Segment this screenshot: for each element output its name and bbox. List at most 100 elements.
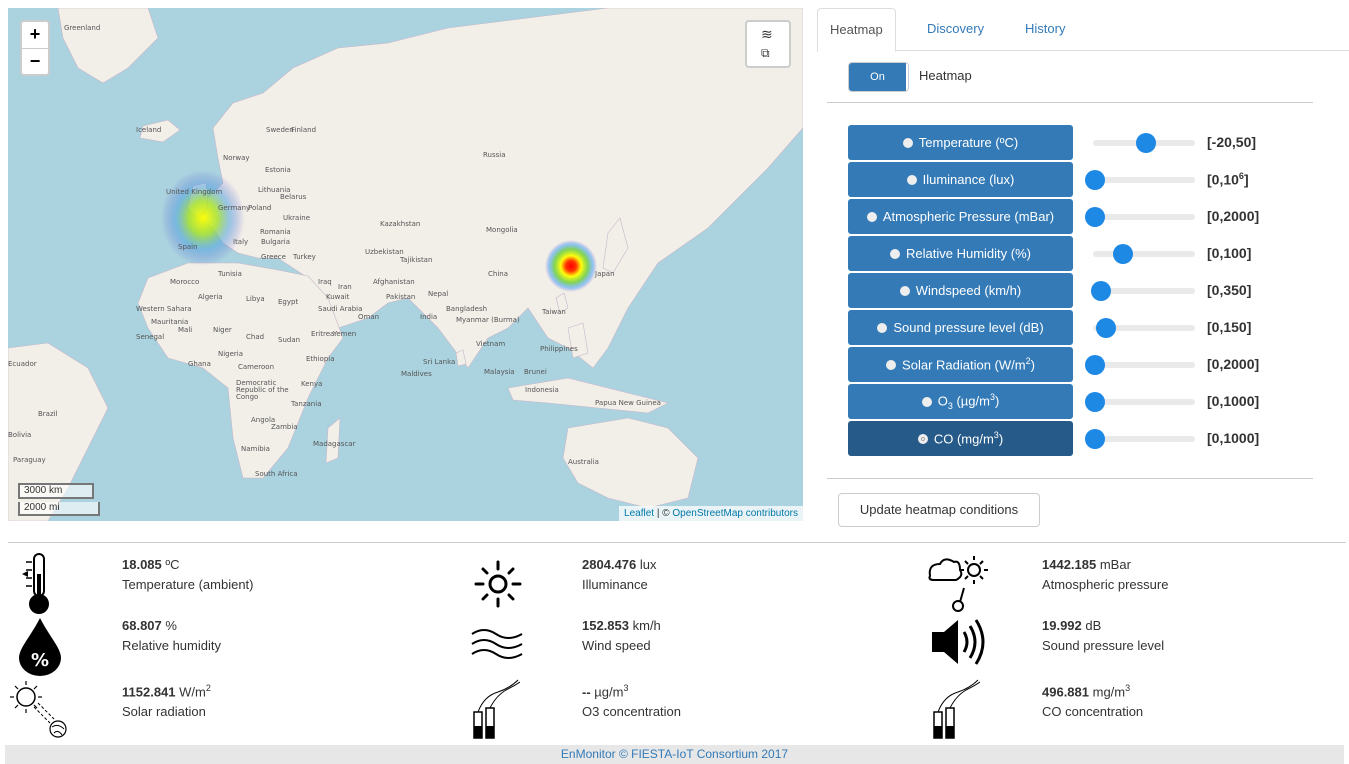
sensor-temperature-button[interactable]: Temperature (ºC) (848, 125, 1073, 160)
toggle-on-state: On (849, 63, 906, 91)
sensor-pressure-button[interactable]: Atmospheric Pressure (mBar) (848, 199, 1073, 234)
map-label-philippines: Philippines (540, 345, 578, 353)
sensor-humidity-button[interactable]: Relative Humidity (%) (848, 236, 1073, 271)
slider-handle[interactable] (1091, 281, 1112, 301)
map-label-zambia: Zambia (271, 423, 298, 431)
map-label-chad: Chad (246, 333, 265, 341)
sensor-sound-button[interactable]: Sound pressure level (dB) (848, 310, 1073, 345)
map-label-morocco: Morocco (170, 278, 200, 286)
map-label-myanmar-burma-: Myanmar (Burma) (456, 316, 520, 324)
fullscreen-icon[interactable]: ⧉ (761, 46, 770, 61)
divider (8, 542, 1346, 543)
slider-handle[interactable] (1135, 133, 1156, 153)
map-view[interactable]: Greenland Iceland Sweden Finland Norway Eston… (8, 8, 803, 521)
slider-solar[interactable] (1085, 355, 1195, 375)
map-label-algeria: Algeria (198, 293, 223, 301)
slider-pressure[interactable] (1085, 207, 1195, 227)
update-heatmap-button[interactable]: Update heatmap conditions (838, 493, 1040, 527)
zoom-out-button[interactable]: − (22, 48, 48, 74)
heatmap-spot-korea (545, 240, 597, 292)
slider-handle[interactable] (1085, 170, 1105, 190)
layers-control[interactable]: ≋ ⧉ (745, 20, 791, 68)
zoom-control: + − (20, 20, 50, 76)
tab-discovery[interactable]: Discovery (915, 8, 996, 51)
speaker-icon (932, 619, 985, 665)
range-windspeed: [0,350] (1207, 282, 1252, 298)
map-label-pakistan: Pakistan (386, 293, 416, 301)
sensor-illuminance-button[interactable]: Iluminance (lux) (848, 162, 1073, 197)
map-label-kazakhstan: Kazakhstan (380, 220, 421, 228)
map-label-germany: Germany (218, 204, 251, 212)
map-label-south-africa: South Africa (255, 470, 298, 478)
sensor-solar-button[interactable]: Solar Radiation (W/m2) (848, 347, 1073, 382)
slider-handle[interactable] (1085, 355, 1105, 375)
sensor-co-button[interactable]: CO (mg/m3) (848, 421, 1073, 456)
factory-chimney-icon (473, 679, 520, 739)
slider-handle[interactable] (1085, 429, 1105, 449)
tab-heatmap[interactable]: Heatmap (817, 8, 896, 52)
slider-humidity[interactable] (1085, 244, 1195, 264)
map-label-namibia: Namibia (241, 445, 270, 453)
range-temperature: [-20,50] (1207, 134, 1257, 150)
slider-o3[interactable] (1085, 392, 1195, 412)
reading-o3: -- µg/m3 O3 concentration (582, 683, 682, 720)
map-label-iceland: Iceland (136, 126, 162, 134)
map-label-turkey: Turkey (293, 253, 316, 261)
radio-icon (917, 433, 928, 444)
map-label-mongolia: Mongolia (486, 226, 518, 234)
factory-chimney-icon (933, 679, 980, 739)
range-sound: [0,150] (1207, 319, 1252, 335)
slider-co[interactable] (1085, 429, 1195, 449)
map-label-united-kingdom: United Kingdom (166, 188, 223, 196)
map-label-paraguay: Paraguay (13, 456, 46, 464)
slider-sound[interactable] (1085, 318, 1195, 338)
solar-radiation-icon (10, 681, 67, 738)
radio-icon (899, 285, 910, 296)
footer: EnMonitor © FIESTA-IoT Consortium 2017 (5, 745, 1344, 764)
heatmap-toggle[interactable]: On (848, 62, 909, 92)
reading-windspeed: 152.853 km/h Wind speed (582, 618, 661, 653)
map-label-australia: Australia (568, 458, 599, 466)
reading-co: 496.881 mg/m3 CO concentration (1042, 683, 1144, 720)
slider-handle[interactable] (1112, 244, 1133, 264)
map-label-kenya: Kenya (301, 380, 323, 388)
sensor-windspeed-button[interactable]: Windspeed (km/h) (848, 273, 1073, 308)
sensor-o3-button[interactable]: O3 (µg/m3) (848, 384, 1073, 419)
map-label-tunisia: Tunisia (218, 270, 242, 278)
map-label-western-sahara: Western Sahara (136, 305, 192, 313)
map-label-cameroon: Cameroon (238, 363, 275, 371)
slider-handle[interactable] (1085, 207, 1105, 227)
map-label-mauritania: Mauritania (151, 318, 189, 326)
map-label-libya: Libya (246, 295, 265, 303)
leaflet-link[interactable]: Leaflet (624, 508, 654, 519)
zoom-in-button[interactable]: + (22, 22, 48, 48)
map-label-bulgaria: Bulgaria (261, 238, 291, 246)
slider-illuminance[interactable] (1085, 170, 1195, 190)
tab-history[interactable]: History (1013, 8, 1077, 51)
osm-link[interactable]: OpenStreetMap contributors (672, 508, 798, 519)
map-label-taiwan: Taiwan (542, 308, 566, 316)
map-label-russia: Russia (483, 151, 506, 159)
sun-icon (474, 560, 522, 608)
slider-temperature[interactable] (1085, 133, 1195, 153)
map-label-greece: Greece (261, 253, 286, 261)
slider-handle[interactable] (1096, 318, 1117, 338)
range-o3: [0,1000] (1207, 393, 1260, 409)
map-label-egypt: Egypt (278, 298, 299, 306)
slider-windspeed[interactable] (1085, 281, 1195, 301)
map-label-mali: Mali (178, 326, 193, 334)
layers-icon[interactable]: ≋ (761, 26, 773, 43)
humidity-drop-icon: % (19, 618, 61, 676)
map-label-sudan: Sudan (278, 336, 301, 344)
map-label-poland: Poland (248, 204, 272, 212)
svg-text:%: % (31, 650, 49, 671)
map-label-maldives: Maldives (401, 370, 432, 378)
map-label-indonesia: Indonesia (525, 386, 559, 394)
map-label-ghana: Ghana (188, 360, 211, 368)
reading-illuminance: 2804.476 lux Illuminance (582, 557, 657, 592)
map-label-malaysia: Malaysia (484, 368, 515, 376)
slider-handle[interactable] (1085, 392, 1105, 412)
world-map (8, 8, 803, 521)
map-label-ukraine: Ukraine (283, 214, 311, 222)
map-label-sri-lanka: Sri Lanka (423, 358, 456, 366)
